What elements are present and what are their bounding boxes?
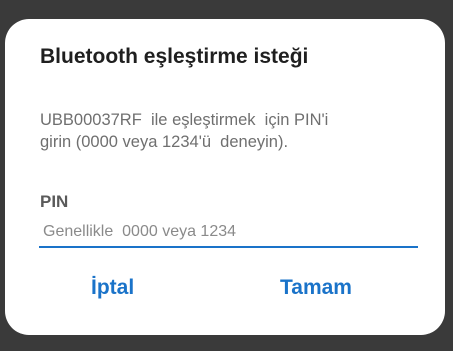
ok-button[interactable]: Tamam — [280, 276, 352, 300]
cancel-button[interactable]: İptal — [91, 276, 134, 300]
pin-input[interactable] — [39, 218, 418, 248]
bluetooth-pairing-dialog: Bluetooth eşleştirme isteği UBB00037RF i… — [5, 19, 445, 335]
dialog-title: Bluetooth eşleştirme isteği — [40, 45, 309, 68]
pin-label: PIN — [40, 192, 69, 211]
dialog-message: UBB00037RF ile eşleştirmek için PIN'i gi… — [40, 111, 329, 151]
